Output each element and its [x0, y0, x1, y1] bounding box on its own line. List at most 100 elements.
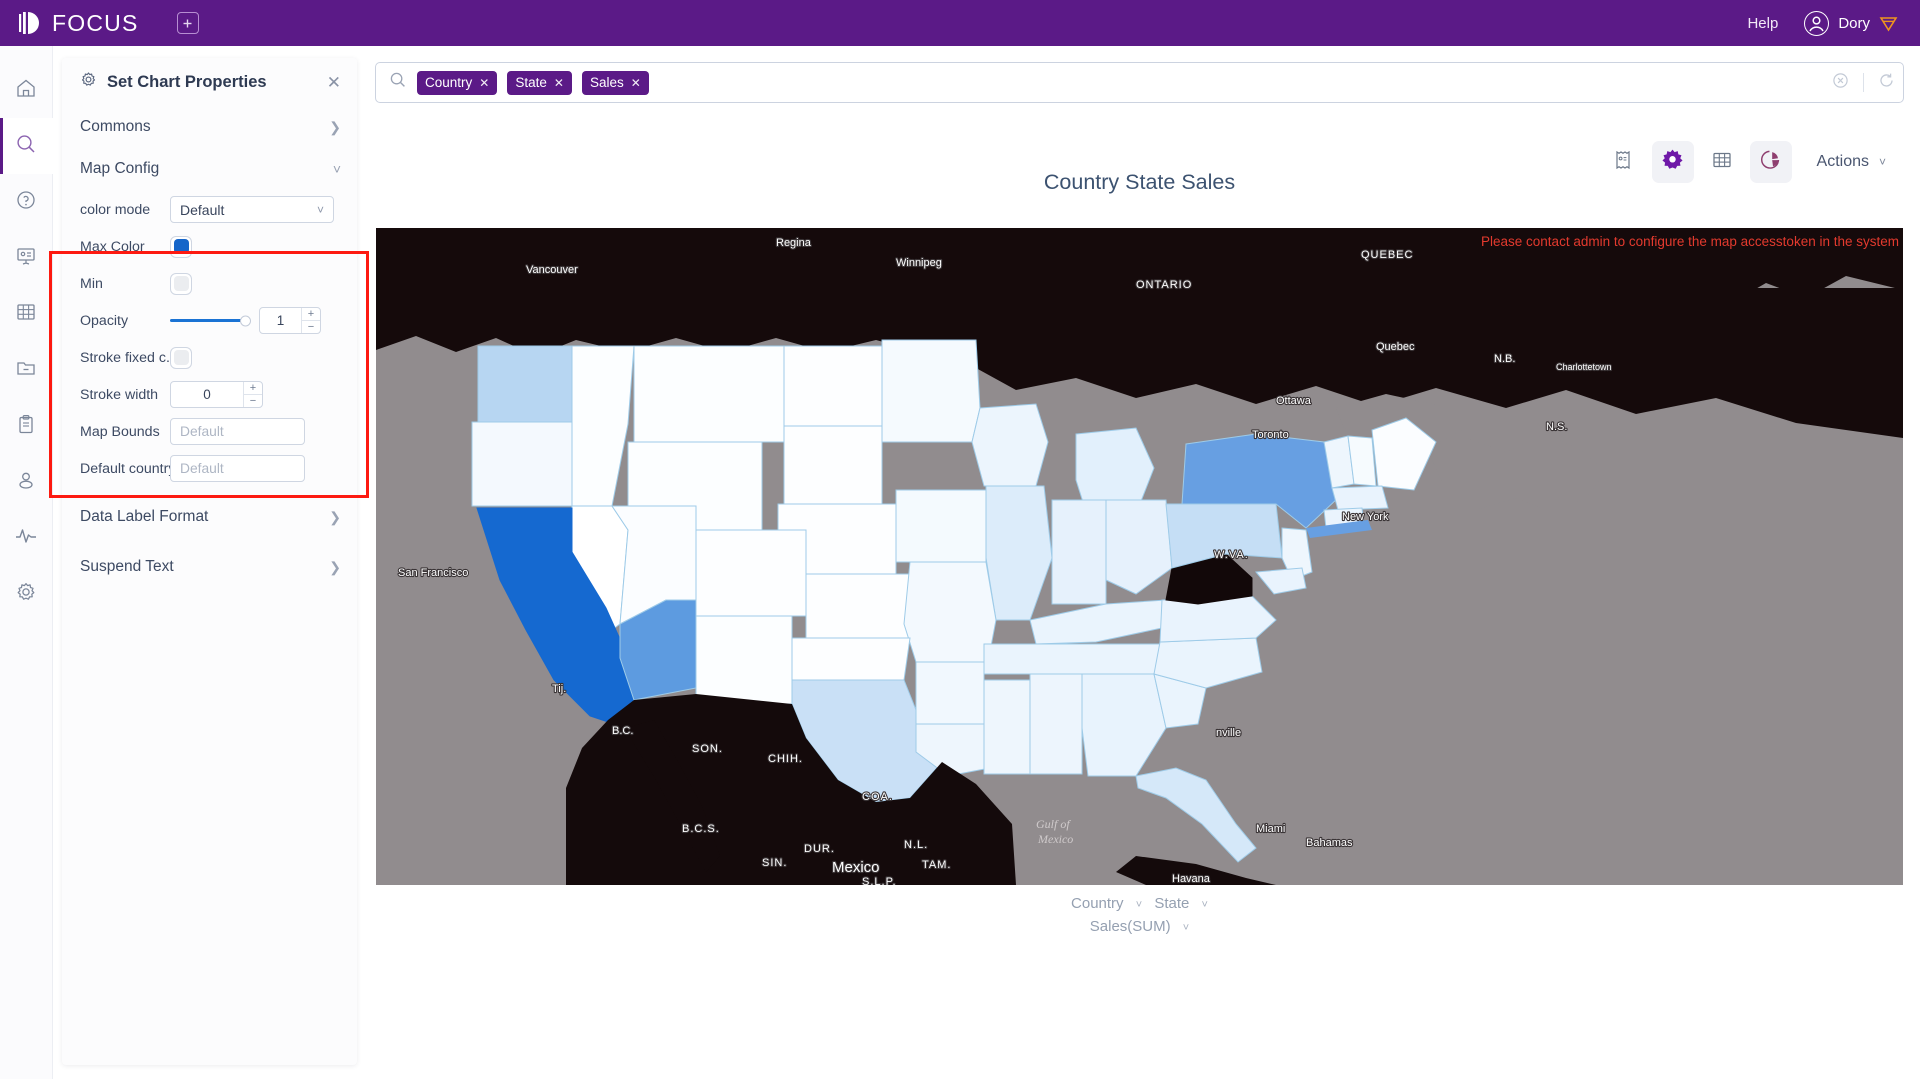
chevron-right-icon: ❯	[329, 118, 341, 135]
map-bounds-input[interactable]	[170, 418, 305, 445]
opacity-stepper[interactable]: 1 + −	[259, 307, 321, 334]
opacity-value: 1	[276, 313, 285, 328]
region-wisconsin[interactable]	[971, 403, 1049, 487]
region-mississippi[interactable]	[983, 679, 1031, 775]
map-label: QUEBEC	[1361, 249, 1413, 261]
region-oregon[interactable]	[471, 421, 573, 507]
rail-item-folder[interactable]	[0, 342, 53, 398]
min-color-label: Min	[80, 275, 103, 292]
map-label: S.L.P.	[862, 876, 897, 885]
axis-sales[interactable]: Sales(SUM)	[1090, 918, 1171, 935]
map-label: Ottawa	[1276, 395, 1312, 407]
folder-minus-icon	[15, 357, 37, 384]
opacity-increment-button[interactable]: +	[302, 308, 320, 321]
region-missouri[interactable]	[903, 561, 997, 663]
region-north-dakota[interactable]	[783, 345, 883, 427]
actions-label: Actions	[1816, 153, 1869, 170]
max-color-swatch[interactable]	[170, 235, 192, 258]
region-washington[interactable]	[477, 345, 573, 423]
actions-menu[interactable]: Actions ˅	[1817, 153, 1886, 171]
rail-item-table[interactable]	[0, 286, 53, 342]
region-south-dakota[interactable]	[783, 425, 883, 505]
map-label: N.B.	[1494, 353, 1515, 365]
panel-header: Set Chart Properties ✕	[62, 58, 357, 106]
map-label: Gulf of	[1036, 817, 1071, 831]
chevron-down-icon[interactable]: ˅	[1202, 899, 1208, 911]
help-link[interactable]: Help	[1747, 15, 1778, 32]
gear-icon	[80, 71, 97, 93]
search-bar[interactable]: Country ✕ State ✕ Sales ✕	[375, 62, 1904, 103]
close-icon[interactable]: ✕	[327, 74, 341, 91]
rail-item-help[interactable]	[0, 174, 53, 230]
close-icon[interactable]: ✕	[479, 76, 489, 90]
stroke-width-increment-button[interactable]: +	[244, 382, 262, 395]
plus-square-icon[interactable]	[176, 12, 199, 34]
brand-logo[interactable]: FOCUS	[18, 10, 139, 37]
user-menu[interactable]: Dory	[1804, 10, 1898, 36]
rail-item-presentation[interactable]	[0, 230, 53, 286]
close-icon[interactable]: ✕	[554, 76, 564, 90]
panel-title: Set Chart Properties	[107, 72, 267, 91]
axis-state[interactable]: State	[1154, 895, 1189, 912]
min-color-swatch[interactable]	[170, 272, 192, 295]
region-iowa[interactable]	[895, 489, 987, 563]
rail-item-clipboard[interactable]	[0, 398, 53, 454]
filter-chip-state[interactable]: State ✕	[507, 70, 572, 95]
region-alabama[interactable]	[1029, 673, 1083, 775]
map-label: Regina	[776, 237, 812, 249]
map-label: Charlottetown	[1556, 362, 1612, 372]
map-label: Winnipeg	[896, 257, 942, 269]
filter-chip-country[interactable]: Country ✕	[417, 70, 498, 95]
left-nav-rail	[0, 46, 53, 1079]
opacity-slider-handle[interactable]	[240, 315, 251, 326]
opacity-decrement-button[interactable]: −	[302, 321, 320, 333]
stroke-width-stepper[interactable]: 0 + −	[170, 381, 263, 408]
chevron-down-icon[interactable]: ˅	[1136, 899, 1142, 911]
region-indiana[interactable]	[1051, 499, 1107, 605]
region-oklahoma[interactable]	[791, 637, 911, 681]
stroke-width-value: 0	[203, 387, 211, 402]
refresh-icon[interactable]	[1878, 72, 1895, 94]
region-new-mexico[interactable]	[695, 615, 793, 705]
map-token-warning: Please contact admin to configure the ma…	[1481, 234, 1899, 249]
section-map-config[interactable]: Map Config ˅	[62, 148, 357, 190]
rail-item-user[interactable]	[0, 454, 53, 510]
default-country-input[interactable]	[170, 455, 305, 482]
focus-logo-icon	[18, 10, 44, 36]
rail-item-home[interactable]	[0, 62, 53, 118]
chip-label: State	[515, 75, 547, 90]
region-minnesota[interactable]	[881, 339, 981, 443]
diamond-badge-icon	[1879, 15, 1898, 32]
chevron-down-icon[interactable]: ˅	[1183, 922, 1189, 934]
region-massachusetts[interactable]	[1331, 485, 1389, 511]
color-mode-select[interactable]: Default ˅	[170, 196, 334, 223]
rail-item-search[interactable]	[0, 118, 53, 174]
axis-country[interactable]: Country	[1071, 895, 1124, 912]
map-label: San Francisco	[398, 567, 468, 579]
rail-item-settings[interactable]	[0, 566, 53, 622]
field-min-color: Min	[62, 266, 357, 301]
stroke-fixed-color-swatch[interactable]	[170, 346, 192, 369]
map-label: Vancouver	[526, 264, 578, 276]
field-default-country: Default country	[62, 451, 357, 486]
clear-circle-icon[interactable]	[1832, 72, 1849, 94]
map-label: SON.	[692, 743, 723, 755]
opacity-slider[interactable]	[170, 315, 251, 326]
filter-chip-sales[interactable]: Sales ✕	[581, 70, 649, 95]
region-montana[interactable]	[633, 345, 785, 443]
section-suspend-text[interactable]: Suspend Text ❯	[62, 546, 357, 588]
map-label: COA.	[862, 791, 893, 803]
rail-item-activity[interactable]	[0, 510, 53, 566]
region-colorado[interactable]	[695, 529, 807, 617]
map-visualization[interactable]: Please contact admin to configure the ma…	[376, 228, 1903, 885]
region-tennessee[interactable]	[983, 643, 1163, 675]
map-label: Bahamas	[1306, 837, 1353, 849]
close-icon[interactable]: ✕	[631, 76, 641, 90]
region-virginia[interactable]	[1159, 595, 1277, 643]
map-bounds-label: Map Bounds	[80, 423, 160, 440]
section-commons[interactable]: Commons ❯	[62, 106, 357, 148]
section-data-label-format[interactable]: Data Label Format ❯	[62, 496, 357, 538]
region-arkansas[interactable]	[915, 661, 985, 725]
region-kansas[interactable]	[805, 573, 911, 639]
stroke-width-decrement-button[interactable]: −	[244, 395, 262, 407]
